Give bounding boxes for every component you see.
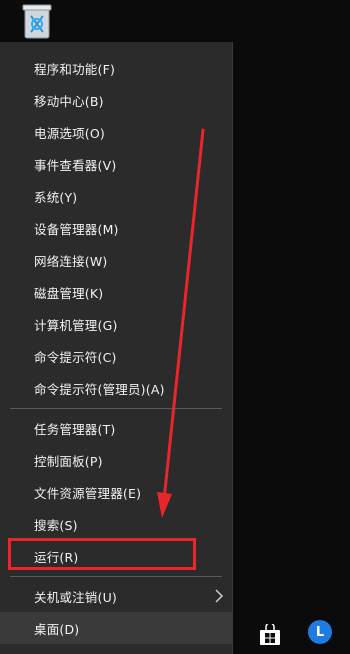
menu-item-shutdown-signout[interactable]: 关机或注销(U) [0,580,232,612]
menu-item-label: 任务管理器(T) [34,421,116,437]
user-avatar[interactable]: L [308,620,332,644]
menu-item-label: 桌面(D) [34,621,80,637]
menu-item-device-manager[interactable]: 设备管理器(M) [0,212,232,244]
chevron-right-icon [215,589,224,603]
menu-item-task-manager[interactable]: 任务管理器(T) [0,412,232,444]
menu-separator [10,576,222,577]
menu-item-event-viewer[interactable]: 事件查看器(V) [0,148,232,180]
menu-item-label: 控制面板(P) [34,453,103,469]
menu-item-label: 程序和功能(F) [34,61,116,77]
menu-item-label: 命令提示符(C) [34,349,117,365]
windows-store-icon[interactable] [259,622,281,646]
menu-item-label: 设备管理器(M) [34,221,119,237]
menu-item-label: 电源选项(O) [34,125,105,141]
menu-item-command-prompt-admin[interactable]: 命令提示符(管理员)(A) [0,372,232,404]
menu-item-label: 事件查看器(V) [34,157,117,173]
menu-item-search[interactable]: 搜索(S) [0,508,232,540]
menu-item-power-options[interactable]: 电源选项(O) [0,116,232,148]
menu-item-control-panel[interactable]: 控制面板(P) [0,444,232,476]
recycle-bin-icon[interactable] [20,2,54,40]
menu-item-label: 磁盘管理(K) [34,285,104,301]
menu-item-label: 搜索(S) [34,517,78,533]
menu-item-label: 系统(Y) [34,189,78,205]
run-highlight-box [8,538,196,570]
menu-separator [10,408,222,409]
menu-item-label: 关机或注销(U) [34,589,118,605]
menu-item-label: 网络连接(W) [34,253,108,269]
menu-item-label: 计算机管理(G) [34,317,118,333]
menu-item-network-connections[interactable]: 网络连接(W) [0,244,232,276]
menu-item-file-explorer[interactable]: 文件资源管理器(E) [0,476,232,508]
menu-item-mobility-center[interactable]: 移动中心(B) [0,84,232,116]
menu-item-desktop[interactable]: 桌面(D) [0,612,232,644]
menu-item-system[interactable]: 系统(Y) [0,180,232,212]
menu-item-programs-features[interactable]: 程序和功能(F) [0,52,232,84]
menu-item-label: 移动中心(B) [34,93,104,109]
menu-item-disk-management[interactable]: 磁盘管理(K) [0,276,232,308]
menu-item-command-prompt[interactable]: 命令提示符(C) [0,340,232,372]
menu-item-label: 命令提示符(管理员)(A) [34,381,165,397]
desktop: 程序和功能(F) 移动中心(B) 电源选项(O) 事件查看器(V) 系统(Y) … [0,0,350,654]
menu-item-label: 文件资源管理器(E) [34,485,142,501]
menu-item-computer-management[interactable]: 计算机管理(G) [0,308,232,340]
